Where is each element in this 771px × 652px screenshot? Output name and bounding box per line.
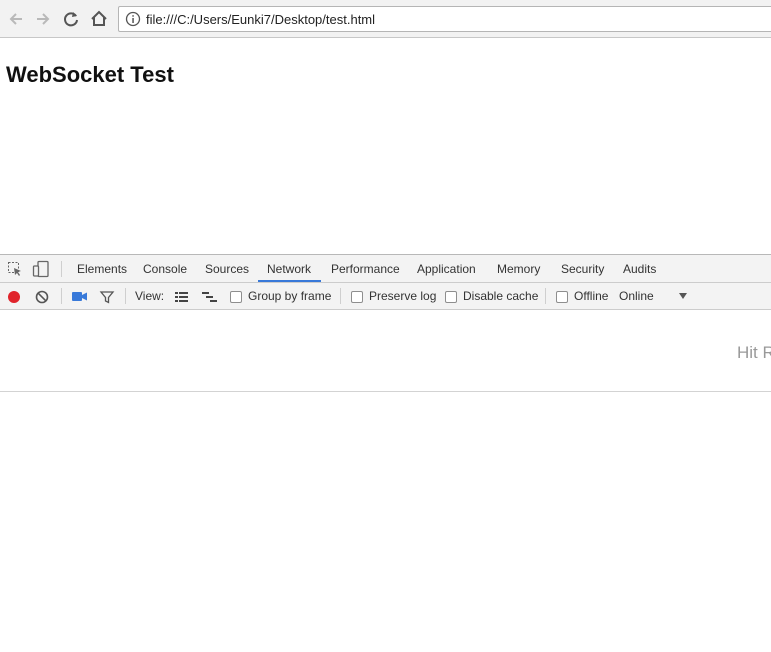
- toolbar-separator: [61, 261, 62, 277]
- back-arrow-icon: [9, 13, 22, 25]
- tab-sources[interactable]: Sources: [205, 255, 249, 282]
- group-by-frame-checkbox[interactable]: [230, 291, 242, 303]
- back-button[interactable]: [6, 8, 28, 30]
- toolbar-separator: [545, 288, 546, 304]
- disable-cache-label[interactable]: Disable cache: [463, 289, 538, 303]
- disable-cache-checkbox[interactable]: [445, 291, 457, 303]
- info-icon[interactable]: [125, 11, 141, 27]
- toolbar-separator: [125, 288, 126, 304]
- chevron-down-icon[interactable]: [678, 292, 688, 300]
- tab-network[interactable]: Network: [258, 255, 321, 282]
- devtools-panel: Elements Console Sources Network Perform…: [0, 254, 771, 652]
- browser-toolbar: file:///C:/Users/Eunki7/Desktop/test.htm…: [0, 0, 771, 38]
- reload-icon: [64, 12, 78, 27]
- forward-button[interactable]: [32, 8, 54, 30]
- overview-divider[interactable]: [0, 391, 771, 392]
- device-toolbar-icon[interactable]: [32, 260, 50, 278]
- preserve-log-checkbox[interactable]: [351, 291, 363, 303]
- forward-arrow-icon: [37, 13, 50, 25]
- page-title: WebSocket Test: [6, 62, 174, 87]
- large-rows-icon[interactable]: [174, 290, 190, 304]
- inspect-element-icon[interactable]: [7, 261, 23, 277]
- filter-icon[interactable]: [99, 289, 115, 305]
- tab-audits[interactable]: Audits: [623, 255, 656, 282]
- tab-console[interactable]: Console: [143, 255, 187, 282]
- tab-application[interactable]: Application: [417, 255, 476, 282]
- waterfall-overview-icon[interactable]: [201, 290, 219, 304]
- record-icon[interactable]: [6, 289, 22, 305]
- reload-button[interactable]: [60, 8, 82, 30]
- network-toolbar: View: Group by frame Preserve log Disabl…: [0, 283, 771, 310]
- toolbar-separator: [340, 288, 341, 304]
- clear-icon[interactable]: [34, 289, 50, 305]
- view-label: View:: [135, 289, 165, 303]
- address-bar[interactable]: file:///C:/Users/Eunki7/Desktop/test.htm…: [118, 6, 771, 32]
- offline-label[interactable]: Offline: [574, 289, 608, 303]
- tab-performance[interactable]: Performance: [331, 255, 400, 282]
- tab-elements[interactable]: Elements: [77, 255, 127, 282]
- throttling-select[interactable]: Online: [619, 289, 654, 303]
- capture-screenshots-icon[interactable]: [71, 290, 89, 304]
- group-by-frame-label[interactable]: Group by frame: [248, 289, 331, 303]
- preserve-log-label[interactable]: Preserve log: [369, 289, 436, 303]
- tab-security[interactable]: Security: [561, 255, 604, 282]
- home-button[interactable]: [88, 8, 110, 30]
- empty-hint-text: Hit R: [737, 343, 771, 362]
- home-icon: [91, 10, 107, 26]
- tab-memory[interactable]: Memory: [497, 255, 540, 282]
- devtools-tabbar: Elements Console Sources Network Perform…: [0, 255, 771, 283]
- network-requests-area: Hit R: [0, 310, 771, 391]
- url-text: file:///C:/Users/Eunki7/Desktop/test.htm…: [146, 12, 376, 27]
- offline-checkbox[interactable]: [556, 291, 568, 303]
- toolbar-separator: [61, 288, 62, 304]
